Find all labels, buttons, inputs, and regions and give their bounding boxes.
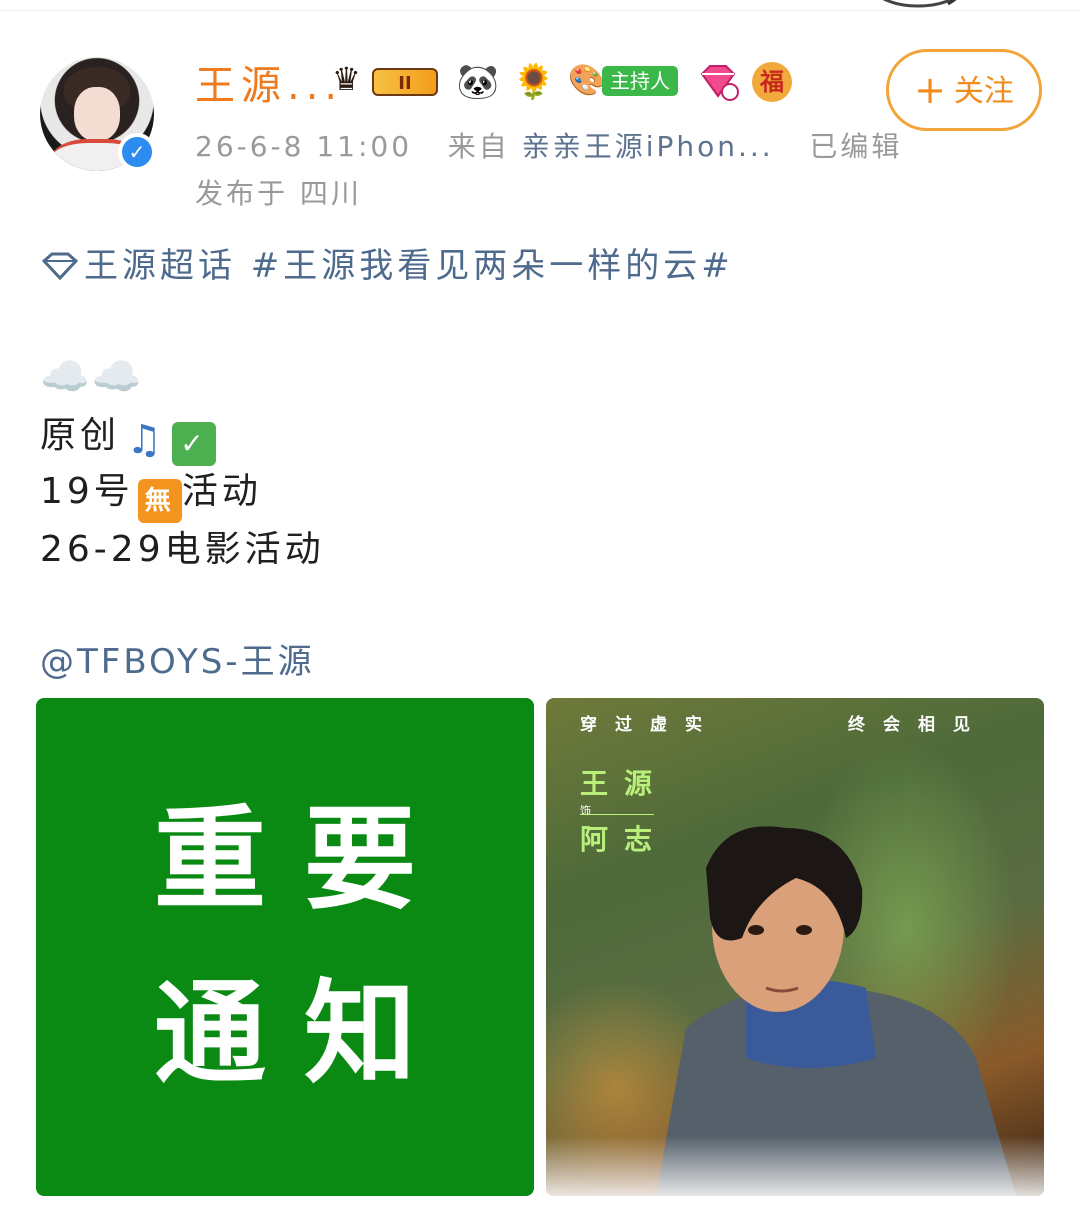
super-topic-gem-icon[interactable] [696,62,740,102]
poster-tagline-left: 穿过虚实 [580,715,720,735]
notice-line2: 通知 [154,969,454,1099]
level-label: II [372,68,438,96]
original-text: 原创 [40,415,121,456]
poster-fade [546,1136,1044,1196]
plus-icon: + [914,68,946,112]
check-icon: ✓ [172,422,217,466]
lucky-charm-icon[interactable]: 福 [752,62,792,102]
topic-line[interactable]: 王源超话 #王源我看见两朵一样的云# [40,242,734,290]
poster-actor-name: 王源 [580,767,669,800]
clouds-emoji: ☁️☁️ [40,354,144,400]
avatar-face [74,87,120,141]
username[interactable]: 王源... [195,60,343,112]
sunflower-icon[interactable]: 🌻 [512,60,556,104]
post-location: 发布于 四川 [195,177,362,210]
edited-label[interactable]: 已编辑 [809,130,902,163]
notice-image[interactable]: 重要 通知 [36,698,534,1196]
host-icon: 🎨 [568,63,606,98]
post-meta: 26-6-8 11:00 来自 亲亲王源iPhon... 已编辑 [195,125,902,169]
music-note-icon: ♫ [126,417,166,463]
host-badge[interactable]: 🎨 主持人 [568,63,684,99]
follow-button[interactable]: + 关注 [886,49,1042,131]
poster-divider [580,814,654,815]
movie-poster-image[interactable]: 穿过虚实 终会相见 王源 饰 阿志 [546,698,1044,1196]
poster-tagline-right: 终会相见 [848,715,988,735]
notice-line1: 重要 [154,795,454,925]
activity-text: 活动 [181,471,262,512]
source-prefix: 来自 [447,130,510,163]
body-line-19: 19号無活动 [40,466,262,523]
date-19-text: 19号 [40,471,134,512]
source-device-link[interactable]: 亲亲王源iPhon... [522,130,774,163]
panda-icon[interactable]: 🐼 [456,60,500,104]
crown-icon: ♛ [332,60,361,98]
poster-role-name: 阿志 [580,823,669,856]
super-topic-diamond-icon [41,252,79,281]
host-badge-label: 主持人 [602,66,678,96]
vip-level-badge[interactable]: ♛ II [332,60,444,102]
body-line-film: 26-29电影活动 [40,529,325,570]
follow-label: 关注 [953,74,1014,109]
mention-link[interactable]: @TFBOYS-王源 [40,638,315,686]
body-line-original: 原创 ♫ ✓ [40,410,217,466]
timestamp: 26-6-8 11:00 [195,130,413,163]
topic-text[interactable]: 王源超话 #王源我看见两朵一样的云# [84,246,734,286]
poster-as-label: 饰 [580,804,591,817]
verified-icon: ✓ [118,133,156,171]
no-badge-icon: 無 [137,479,182,523]
decorative-ornament [882,0,957,8]
